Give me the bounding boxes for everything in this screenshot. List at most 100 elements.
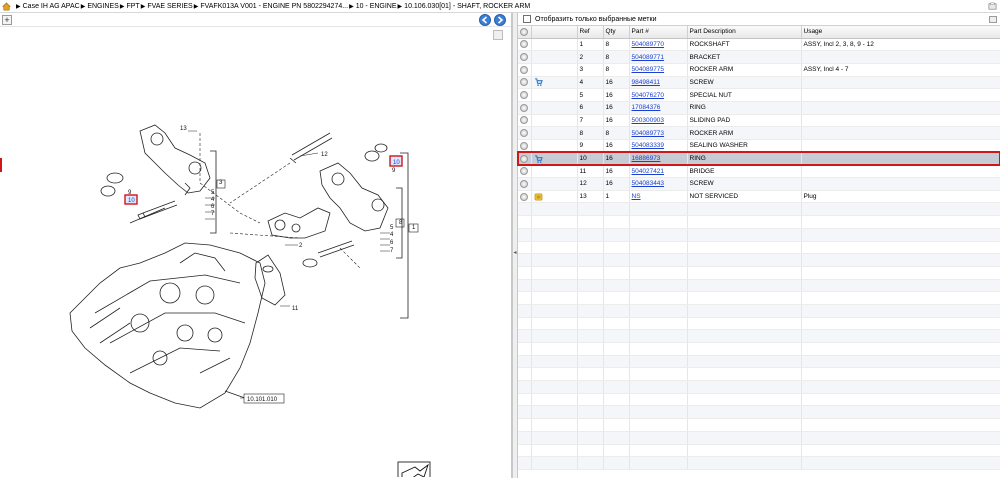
part-number-cell[interactable]: NS — [629, 190, 688, 204]
header-ref[interactable]: Ref — [577, 26, 604, 39]
part-number-cell-text[interactable]: 504089773 — [632, 130, 665, 137]
row-select-cell[interactable] — [518, 177, 532, 191]
table-row[interactable]: 5 16 504076270 SPECIAL NUT — [518, 88, 1000, 102]
breadcrumb-item[interactable]: ▶ FPT — [119, 3, 140, 10]
table-row[interactable]: 12 16 504083443 SCREW — [518, 177, 1000, 191]
row-select-cell[interactable] — [518, 101, 532, 115]
row-select-cell[interactable] — [518, 139, 532, 153]
breadcrumb-label[interactable]: 10 - ENGINE — [356, 3, 397, 10]
breadcrumb-item[interactable]: ▶ FVAE SERIES — [140, 3, 193, 10]
select-all-button[interactable] — [520, 27, 528, 36]
table-row[interactable]: 3 8 504089775 ROCKER ARM ASSY, Incl 4 - 7 — [518, 63, 1000, 77]
header-part-description[interactable]: Part Description — [687, 26, 802, 39]
table-row[interactable]: 6 16 17084376 RING — [518, 101, 1000, 115]
row-select-button[interactable] — [520, 53, 528, 62]
part-number-cell[interactable]: 17084376 — [629, 101, 688, 115]
table-row[interactable]: 1 8 504089770 ROCKSHAFT ASSY, Incl 2, 3, 8, … — [518, 38, 1000, 52]
row-select-cell[interactable] — [518, 164, 532, 179]
part-number-cell[interactable]: 98498411 — [629, 76, 688, 90]
row-select-cell[interactable] — [518, 190, 532, 204]
breadcrumb-label[interactable]: 10.106.030[01] - SHAFT, ROCKER ARM — [404, 3, 530, 10]
part-number-cell-text[interactable]: 16886973 — [632, 155, 661, 162]
part-number-cell[interactable]: 504083443 — [629, 177, 688, 191]
header-select-all[interactable] — [518, 26, 532, 39]
part-number-cell-text[interactable]: 504083443 — [632, 180, 665, 187]
row-select-cell[interactable] — [518, 38, 532, 52]
part-number-cell-text[interactable]: 504089775 — [632, 66, 665, 73]
reference-diagram-label[interactable]: 10.101.010 — [247, 397, 278, 403]
next-page-button[interactable] — [494, 14, 506, 26]
header-usage[interactable]: Usage — [801, 26, 1000, 39]
row-select-cell[interactable] — [518, 152, 532, 166]
window-icon[interactable] — [989, 16, 997, 23]
row-select-button[interactable] — [520, 129, 528, 138]
table-row[interactable]: 2 8 504089771 BRACKET — [518, 50, 1000, 64]
table-row[interactable]: 10 16 16886973 RING — [517, 151, 1000, 166]
breadcrumb-label[interactable]: Case IH AG APAC — [23, 3, 80, 10]
breadcrumb-item[interactable]: ▶ FVAFK013A V001 - ENGINE PN 5802294274..… — [193, 3, 348, 10]
cart-icon[interactable] — [534, 78, 543, 87]
part-number-cell-text[interactable]: 500300903 — [632, 117, 665, 124]
breadcrumb-item[interactable]: ▶ 10.106.030[01] - SHAFT, ROCKER ARM — [397, 3, 531, 10]
breadcrumb-label[interactable]: FVAE SERIES — [147, 3, 192, 10]
part-number-cell[interactable]: 504089773 — [629, 126, 688, 140]
header-part-number[interactable]: Part # — [629, 26, 688, 39]
part-number-cell-text[interactable]: 504076270 — [632, 92, 665, 99]
part-number-cell[interactable]: 16886973 — [629, 152, 688, 166]
part-number-cell[interactable]: 504089770 — [629, 38, 688, 52]
row-select-cell[interactable] — [518, 88, 532, 102]
show-selected-only-checkbox[interactable] — [523, 15, 531, 23]
table-row[interactable]: 11 16 504027421 BRIDGE — [518, 164, 1000, 179]
part-number-cell-text[interactable]: 17084376 — [632, 104, 661, 111]
row-select-button[interactable] — [520, 192, 528, 201]
part-number-cell-text[interactable]: 504027421 — [632, 168, 665, 175]
row-select-button[interactable] — [520, 103, 528, 112]
breadcrumb-label[interactable]: ENGINES — [87, 3, 119, 10]
row-select-button[interactable] — [520, 167, 528, 176]
breadcrumb-label[interactable]: FVAFK013A V001 - ENGINE PN 5802294274... — [200, 3, 348, 10]
table-row[interactable]: 13 1 NS NOT SERVICED Plug — [518, 190, 1000, 204]
table-row[interactable]: 9 16 504083339 SEALING WASHER — [518, 139, 1000, 153]
row-select-cell[interactable] — [518, 76, 532, 90]
callout-10-right[interactable]: 10 — [393, 160, 400, 166]
row-select-button[interactable] — [520, 154, 528, 163]
next-diagram-icon[interactable] — [397, 461, 431, 477]
table-row[interactable]: 7 16 500300903 SLIDING PAD — [518, 114, 1000, 128]
part-number-cell[interactable]: 504089775 — [629, 63, 688, 77]
breadcrumb-label[interactable]: FPT — [126, 3, 139, 10]
part-number-cell[interactable]: 500300903 — [629, 114, 688, 128]
part-number-cell-text[interactable]: 504083339 — [632, 142, 665, 149]
row-select-button[interactable] — [520, 116, 528, 125]
collapse-arrow-icon[interactable]: ◂ — [513, 249, 517, 259]
row-select-button[interactable] — [520, 141, 528, 150]
note-icon[interactable] — [534, 193, 543, 201]
zoom-in-button[interactable]: + — [2, 15, 12, 25]
table-row[interactable]: 4 16 98498411 SCREW — [518, 76, 1000, 90]
header-qty[interactable]: Qty — [603, 26, 630, 39]
table-row[interactable]: 8 8 504089773 ROCKER ARM — [518, 126, 1000, 140]
part-number-cell[interactable]: 504089771 — [629, 50, 688, 64]
row-select-cell[interactable] — [518, 126, 532, 140]
part-number-cell[interactable]: 504027421 — [629, 164, 688, 179]
row-select-cell[interactable] — [518, 50, 532, 64]
row-select-button[interactable] — [520, 78, 528, 87]
row-select-button[interactable] — [520, 40, 528, 49]
row-select-button[interactable] — [520, 65, 528, 74]
previous-page-button[interactable] — [479, 14, 491, 26]
part-number-cell[interactable]: 504076270 — [629, 88, 688, 102]
row-select-button[interactable] — [520, 91, 528, 100]
home-icon[interactable] — [2, 2, 11, 11]
row-select-cell[interactable] — [518, 63, 532, 77]
print-icon[interactable] — [988, 2, 997, 11]
row-select-button[interactable] — [520, 179, 528, 188]
breadcrumb-item[interactable]: ▶ ENGINES — [80, 3, 119, 10]
cart-icon[interactable] — [534, 154, 543, 163]
part-number-cell[interactable]: 504083339 — [629, 139, 688, 153]
part-number-cell-text[interactable]: 504089771 — [632, 54, 665, 61]
part-number-cell-text[interactable]: 98498411 — [632, 79, 660, 86]
breadcrumb-item[interactable]: ▶ Case IH AG APAC — [15, 3, 80, 10]
breadcrumb-item[interactable]: ▶ 10 - ENGINE — [348, 3, 396, 10]
part-number-cell-text[interactable]: 504089770 — [632, 41, 665, 48]
part-number-cell-text[interactable]: NS — [632, 193, 641, 200]
callout-10-left[interactable]: 10 — [128, 198, 135, 204]
